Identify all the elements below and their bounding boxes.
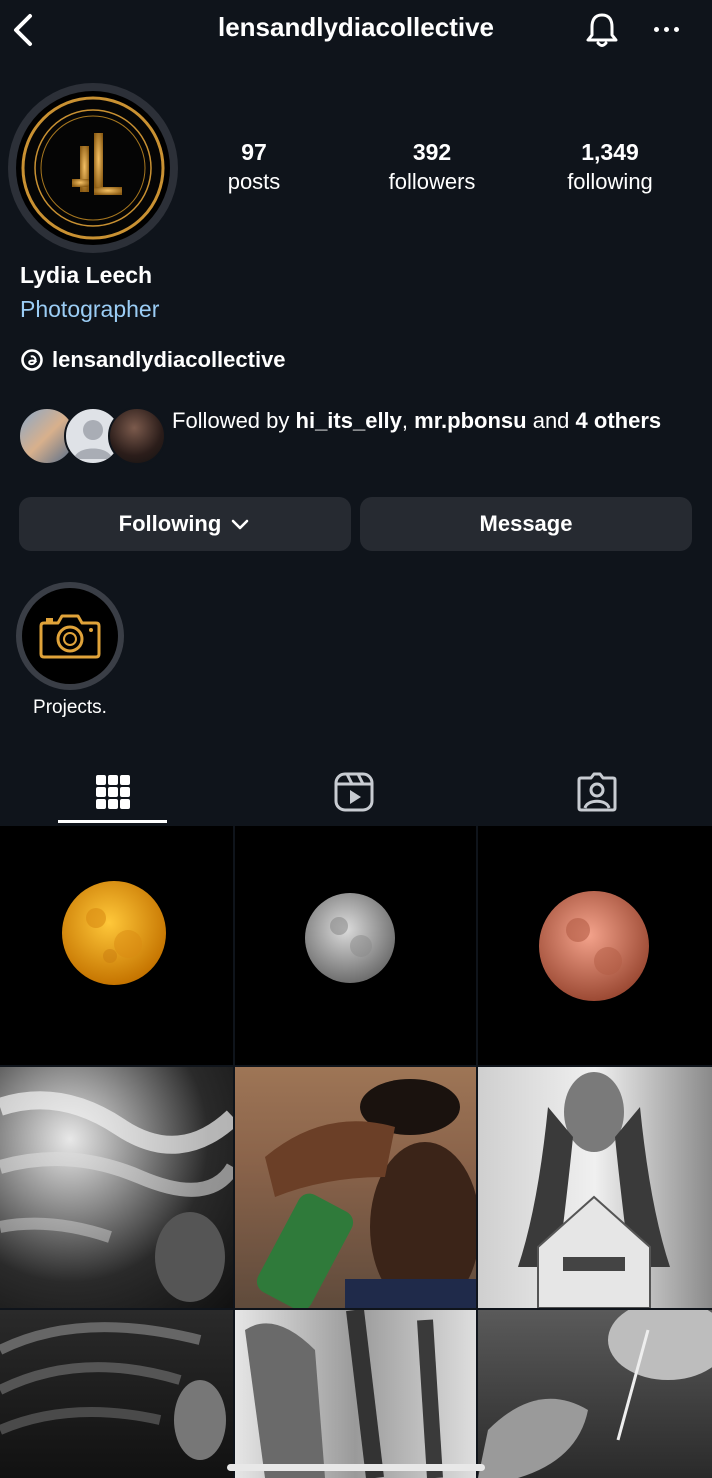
post-thumbnail[interactable] bbox=[0, 826, 233, 1065]
posts-grid bbox=[0, 826, 712, 1478]
hand-needle-photo bbox=[478, 1310, 712, 1478]
highlight-projects[interactable] bbox=[16, 582, 124, 690]
hair-foam-photo bbox=[0, 1091, 233, 1302]
hair-spray-photo bbox=[235, 1067, 476, 1308]
post-thumbnail[interactable] bbox=[235, 1310, 476, 1478]
posts-stat[interactable]: 97 posts bbox=[174, 136, 334, 196]
profile-category: Photographer bbox=[20, 296, 160, 322]
post-thumbnail[interactable] bbox=[478, 1067, 712, 1308]
profile-avatar[interactable] bbox=[8, 83, 178, 253]
profile-name: Lydia Leech bbox=[20, 262, 153, 288]
hand-braiding-photo bbox=[245, 1310, 443, 1478]
red-moon-photo bbox=[539, 891, 649, 1001]
posts-count: 97 bbox=[241, 139, 267, 165]
posts-label: posts bbox=[227, 169, 281, 194]
mutual-followers-avatars[interactable] bbox=[18, 407, 166, 465]
reels-icon bbox=[334, 772, 374, 812]
orange-moon-photo bbox=[62, 881, 166, 985]
home-indicator bbox=[227, 1464, 485, 1471]
following-stat[interactable]: 1,349 following bbox=[530, 136, 690, 196]
followed-by-text[interactable]: Followed by hi_its_elly, mr.pbonsu and 4… bbox=[172, 406, 672, 436]
threads-link[interactable]: lensandlydiacollective bbox=[20, 347, 286, 373]
more-options-button[interactable] bbox=[646, 14, 686, 44]
message-button[interactable]: Message bbox=[360, 497, 692, 551]
following-label: following bbox=[567, 169, 653, 194]
wig-mannequin-photo bbox=[518, 1072, 670, 1308]
post-thumbnail[interactable] bbox=[235, 1067, 476, 1308]
post-thumbnail[interactable] bbox=[478, 826, 712, 1065]
chevron-down-icon bbox=[232, 519, 249, 530]
post-thumbnail[interactable] bbox=[0, 1067, 233, 1308]
braids-photo bbox=[0, 1322, 226, 1460]
separator: , bbox=[401, 408, 415, 433]
followers-stat[interactable]: 392 followers bbox=[352, 136, 512, 196]
grey-moon-photo bbox=[305, 893, 395, 983]
more-horizontal-icon bbox=[653, 26, 659, 32]
conjunction: and bbox=[526, 408, 576, 433]
mutual-user-link[interactable]: mr.pbonsu bbox=[414, 408, 526, 433]
grid-icon bbox=[95, 775, 130, 809]
tab-reels[interactable] bbox=[300, 760, 408, 824]
threads-handle: lensandlydiacollective bbox=[52, 347, 286, 372]
bell-icon bbox=[586, 13, 618, 47]
tab-tagged[interactable] bbox=[543, 760, 651, 824]
post-thumbnail[interactable] bbox=[478, 1310, 712, 1478]
following-count: 1,349 bbox=[581, 139, 639, 165]
others-link[interactable]: 4 others bbox=[576, 408, 662, 433]
threads-icon bbox=[21, 349, 43, 371]
post-thumbnail[interactable] bbox=[235, 826, 476, 1065]
followers-label: followers bbox=[388, 169, 476, 194]
brand-logo bbox=[21, 96, 165, 240]
tagged-person-icon bbox=[577, 772, 617, 812]
highlight-label: Projects. bbox=[33, 697, 107, 718]
message-label: Message bbox=[479, 511, 573, 536]
top-bar: lensandlydiacollective bbox=[0, 0, 712, 60]
following-button[interactable]: Following bbox=[19, 497, 351, 551]
post-thumbnail[interactable] bbox=[0, 1310, 233, 1478]
following-label: Following bbox=[118, 511, 222, 536]
followers-count: 392 bbox=[412, 139, 452, 165]
selected-tab-indicator bbox=[58, 820, 167, 823]
tab-posts-grid[interactable] bbox=[58, 760, 167, 824]
notifications-button[interactable] bbox=[582, 10, 622, 50]
camera-icon bbox=[39, 614, 101, 659]
profile-tabs bbox=[0, 760, 712, 824]
followed-by-prefix: Followed by bbox=[172, 408, 296, 433]
avatar bbox=[108, 407, 166, 465]
mutual-user-link[interactable]: hi_its_elly bbox=[296, 408, 402, 433]
